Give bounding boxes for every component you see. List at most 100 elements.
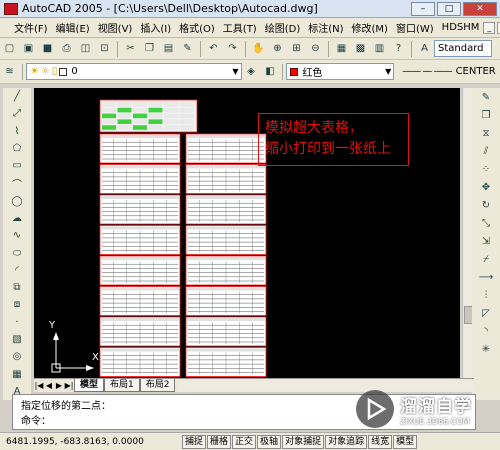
match-properties-icon[interactable]: ✎ xyxy=(180,41,195,56)
construction-line-icon[interactable]: ⤢ xyxy=(10,107,25,121)
paste-icon[interactable]: ▤ xyxy=(161,41,176,56)
maximize-button[interactable]: □ xyxy=(437,1,461,16)
menu-hdshm[interactable]: HDSHM xyxy=(438,22,484,33)
watermark-url: ZIXUE.3D66.COM xyxy=(400,417,470,426)
help-icon[interactable]: ? xyxy=(391,41,406,56)
layer-previous-icon[interactable]: ◧ xyxy=(262,64,277,79)
save-icon[interactable]: ■ xyxy=(40,41,55,56)
menu-edit[interactable]: 编辑(E) xyxy=(52,20,94,35)
menu-insert[interactable]: 插入(I) xyxy=(136,20,175,35)
insert-block-icon[interactable]: ⧉ xyxy=(10,280,25,294)
redo-icon[interactable]: ↷ xyxy=(225,41,240,56)
hatch-icon[interactable]: ▧ xyxy=(10,332,25,346)
osnap-toggle[interactable]: 对象捕捉 xyxy=(282,434,325,449)
menu-draw[interactable]: 绘图(D) xyxy=(261,20,305,35)
fillet-icon[interactable]: ◝ xyxy=(479,324,494,339)
last-tab-icon[interactable]: ▶| xyxy=(64,381,74,390)
lineweight-toggle[interactable]: 线宽 xyxy=(368,434,393,449)
print-preview-icon[interactable]: ◫ xyxy=(78,41,93,56)
circle-icon[interactable]: ◯ xyxy=(10,194,25,208)
publish-icon[interactable]: ⊡ xyxy=(97,41,112,56)
point-icon[interactable]: · xyxy=(10,315,25,329)
arc-icon[interactable]: ⌒ xyxy=(10,176,25,191)
properties-icon[interactable]: ▦ xyxy=(334,41,349,56)
text-style-icon[interactable]: A xyxy=(417,41,432,56)
table-block-header xyxy=(101,135,179,138)
make-block-icon[interactable]: ⧈ xyxy=(10,298,25,312)
otrack-toggle[interactable]: 对象追踪 xyxy=(325,434,368,449)
design-center-icon[interactable]: ▩ xyxy=(353,41,368,56)
copy-icon[interactable]: ❐ xyxy=(142,41,157,56)
menu-view[interactable]: 视图(V) xyxy=(94,20,137,35)
erase-icon[interactable]: ✎ xyxy=(479,90,494,105)
menu-dimension[interactable]: 标注(N) xyxy=(304,20,347,35)
menu-file[interactable]: 文件(F) xyxy=(10,20,52,35)
new-file-icon[interactable]: ▢ xyxy=(2,41,17,56)
color-dropdown[interactable]: 红色 ▼ xyxy=(286,63,395,80)
revision-cloud-icon[interactable]: ☁ xyxy=(10,211,25,225)
rectangle-icon[interactable]: ▭ xyxy=(10,159,25,173)
copy-object-icon[interactable]: ❐ xyxy=(479,108,494,123)
tab-layout1[interactable]: 布局1 xyxy=(104,379,140,392)
ortho-toggle[interactable]: 正交 xyxy=(232,434,257,449)
polyline-icon[interactable]: ⌇ xyxy=(10,124,25,138)
extend-icon[interactable]: ⟶ xyxy=(479,270,494,285)
rotate-icon[interactable]: ↻ xyxy=(479,198,494,213)
tool-palettes-icon[interactable]: ▥ xyxy=(372,41,387,56)
polar-toggle[interactable]: 极轴 xyxy=(257,434,282,449)
table-icon[interactable]: ▦ xyxy=(10,367,25,381)
move-icon[interactable]: ✥ xyxy=(479,180,494,195)
annotation-box: 模拟超大表格， 缩小打印到一张纸上 xyxy=(258,113,409,166)
mirror-icon[interactable]: ⧖ xyxy=(479,126,494,141)
doc-minimize-button[interactable]: _ xyxy=(483,21,496,34)
tab-model[interactable]: 模型 xyxy=(74,379,105,392)
snap-toggle[interactable]: 捕捉 xyxy=(182,434,207,449)
table-blocks xyxy=(99,99,267,378)
model-space-toggle[interactable]: 模型 xyxy=(393,434,418,449)
linetype-dropdown[interactable]: —— — —— CENTER xyxy=(398,63,500,80)
text-style-dropdown[interactable]: Standard xyxy=(434,40,492,57)
print-icon[interactable]: ⎙ xyxy=(59,41,74,56)
region-icon[interactable]: ◎ xyxy=(10,350,25,364)
minimize-button[interactable]: – xyxy=(411,1,435,16)
explode-icon[interactable]: ✳ xyxy=(479,342,494,357)
zoom-window-icon[interactable]: ⊞ xyxy=(289,41,304,56)
break-icon[interactable]: ⫶ xyxy=(479,288,494,303)
undo-icon[interactable]: ↶ xyxy=(206,41,221,56)
table-block-header xyxy=(187,318,265,321)
status-bar: 6481.1995, -683.8163, 0.0000 捕捉 栅格 正交 极轴… xyxy=(0,432,500,450)
spline-icon[interactable]: ∿ xyxy=(10,229,25,243)
previous-tab-icon[interactable]: ◀ xyxy=(44,381,54,390)
first-tab-icon[interactable]: |◀ xyxy=(34,381,44,390)
linetype-preview: —— — —— xyxy=(402,66,452,77)
chamfer-icon[interactable]: ◸ xyxy=(479,306,494,321)
tab-layout2[interactable]: 布局2 xyxy=(139,379,176,392)
ellipse-arc-icon[interactable]: ◜ xyxy=(10,263,25,277)
menu-format[interactable]: 格式(O) xyxy=(175,20,219,35)
zoom-realtime-icon[interactable]: ⊕ xyxy=(270,41,285,56)
layer-dropdown[interactable]: ☀ ☼ ▯ 0 ▼ xyxy=(25,63,242,80)
menu-window[interactable]: 窗口(W) xyxy=(392,20,438,35)
zoom-previous-icon[interactable]: ⊖ xyxy=(308,41,323,56)
array-icon[interactable]: ⁘ xyxy=(479,162,494,177)
layer-manager-icon[interactable]: ≋ xyxy=(2,64,17,79)
cut-icon[interactable]: ✂ xyxy=(123,41,138,56)
ellipse-icon[interactable]: ⬭ xyxy=(10,246,25,260)
close-button[interactable]: ✕ xyxy=(463,1,497,16)
scale-icon[interactable]: ⤡ xyxy=(479,216,494,231)
stretch-icon[interactable]: ⇲ xyxy=(479,234,494,249)
menu-tools[interactable]: 工具(T) xyxy=(219,20,261,35)
offset-icon[interactable]: ⫽ xyxy=(479,144,494,159)
make-current-layer-icon[interactable]: ◈ xyxy=(244,64,259,79)
line-icon[interactable]: ╱ xyxy=(10,90,25,104)
grid-toggle[interactable]: 栅格 xyxy=(207,434,232,449)
layer-lock-icon: ▯ xyxy=(51,66,58,77)
pan-icon[interactable]: ✋ xyxy=(251,41,266,56)
modify-toolbar: ✎ ❐ ⧖ ⫽ ⁘ ✥ ↻ ⤡ ⇲ ⌿ ⟶ ⫶ ◸ ◝ ✳ xyxy=(472,88,500,400)
menu-modify[interactable]: 修改(M) xyxy=(348,20,392,35)
open-file-icon[interactable]: ▣ xyxy=(21,41,36,56)
polygon-icon[interactable]: ⬠ xyxy=(10,141,25,155)
window-title: AutoCAD 2005 - [C:\Users\Dell\Desktop\Au… xyxy=(22,2,318,15)
next-tab-icon[interactable]: ▶ xyxy=(54,381,64,390)
trim-icon[interactable]: ⌿ xyxy=(479,252,494,267)
